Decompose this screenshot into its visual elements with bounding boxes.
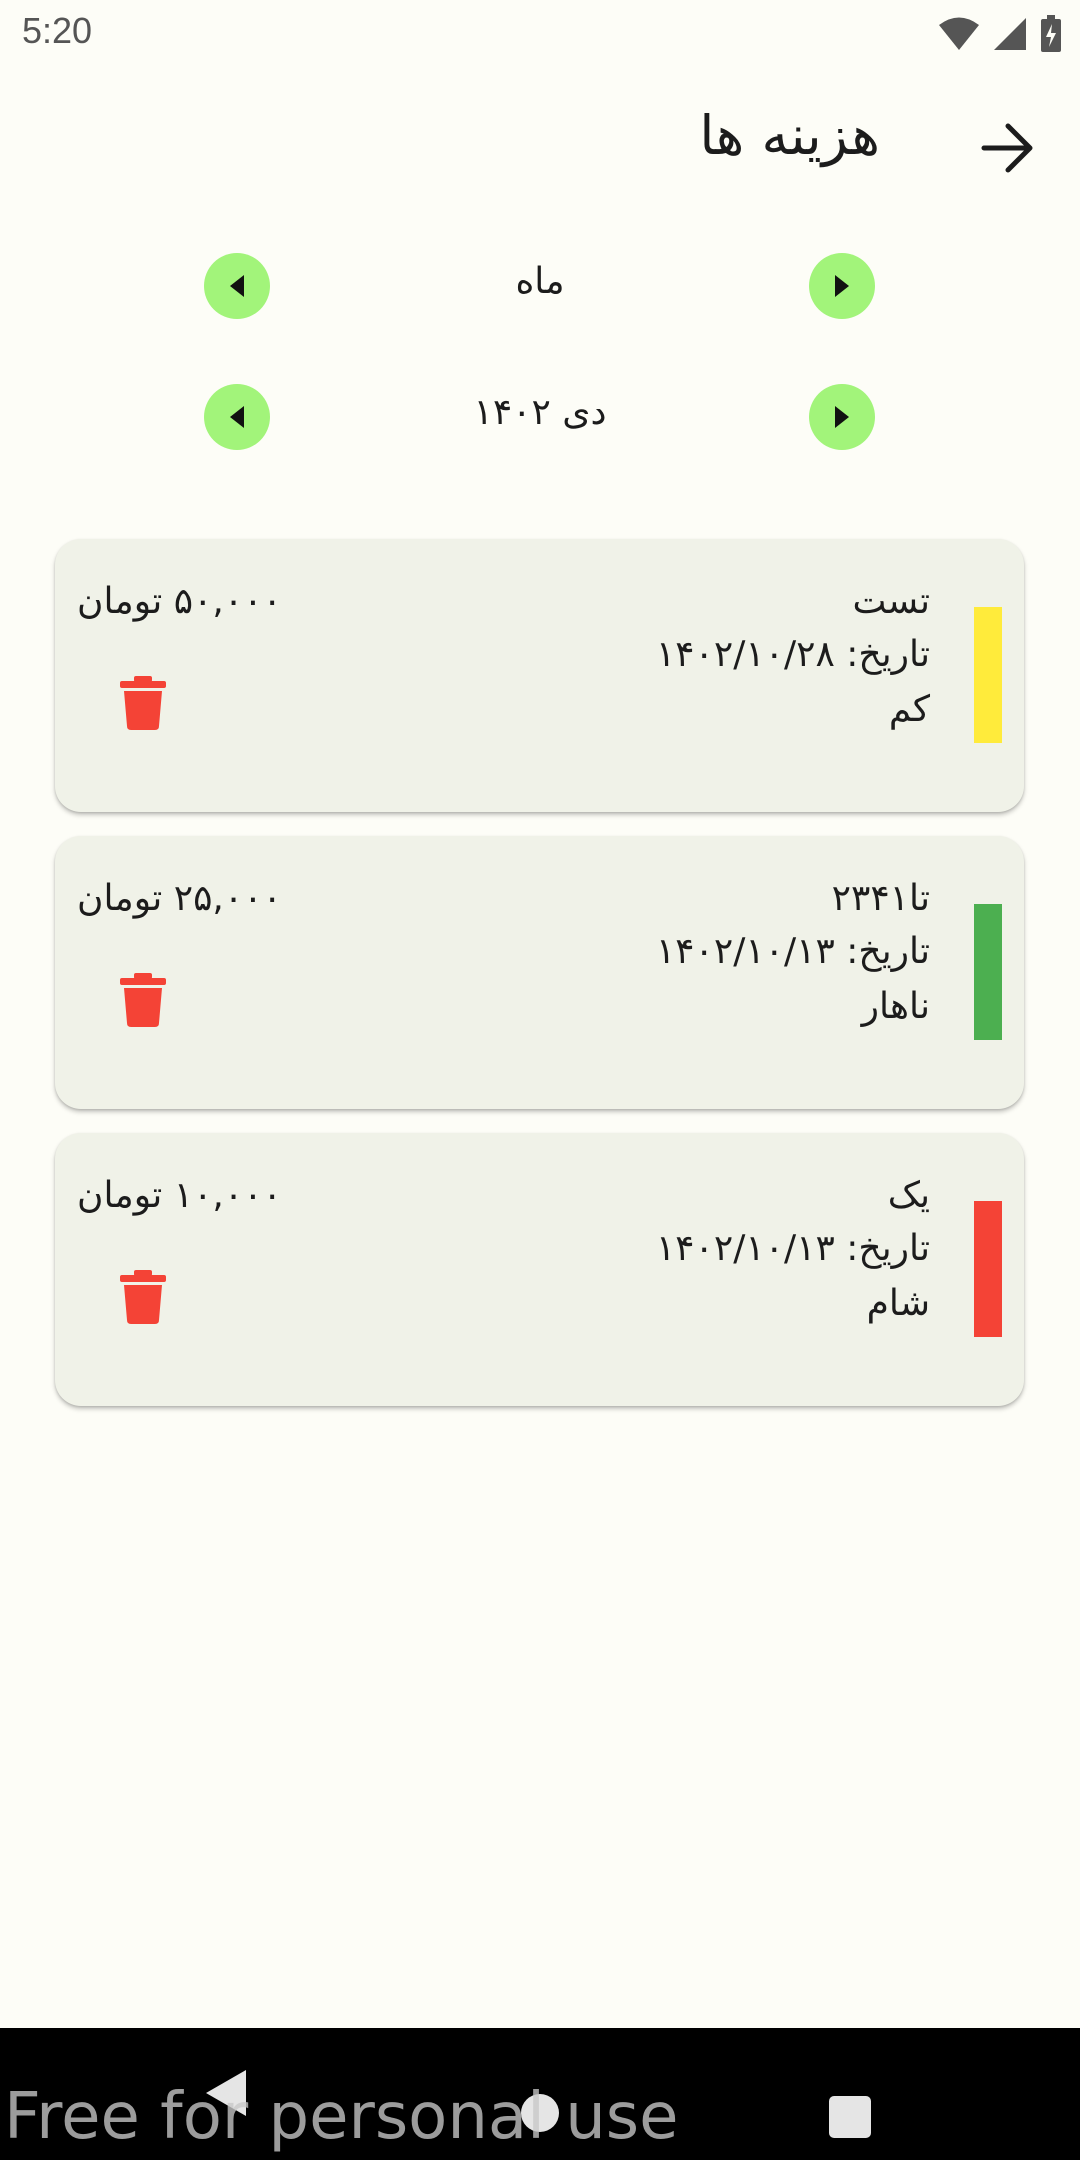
arrow-left-icon (230, 406, 244, 428)
expense-amount: ۵۰,۰۰۰ تومان (77, 581, 282, 622)
period-selector: ماه (0, 253, 1080, 323)
expense-title: یک (887, 1175, 930, 1216)
arrow-left-icon (230, 275, 244, 297)
period-next-button[interactable] (809, 253, 875, 319)
priority-color-strip (974, 1201, 1002, 1337)
nav-recents-icon[interactable] (829, 2096, 871, 2138)
expense-date: تاریخ: ۱۴۰۲/۱۰/۱۳ (655, 931, 930, 972)
page-title: هزینه ها (699, 104, 880, 167)
expense-category: شام (866, 1283, 930, 1324)
date-prev-button[interactable] (204, 384, 270, 450)
date-label: دی ۱۴۰۲ (473, 392, 607, 433)
app-bar: هزینه ها (0, 90, 1080, 200)
status-time: 5:20 (22, 10, 93, 51)
period-prev-button[interactable] (204, 253, 270, 319)
expense-amount: ۱۰,۰۰۰ تومان (77, 1175, 282, 1216)
battery-charging-icon (1041, 15, 1061, 52)
expense-card[interactable]: تست تاریخ: ۱۴۰۲/۱۰/۲۸ کم ۵۰,۰۰۰ تومان (55, 539, 1024, 812)
date-next-button[interactable] (809, 384, 875, 450)
status-icons (938, 14, 1062, 54)
priority-color-strip (974, 607, 1002, 743)
expense-category: کم (888, 689, 930, 730)
delete-icon[interactable] (120, 676, 166, 730)
expense-amount: ۲۵,۰۰۰ تومان (77, 878, 282, 919)
delete-icon[interactable] (120, 973, 166, 1027)
date-selector: دی ۱۴۰۲ (0, 384, 1080, 454)
expense-category: ناهار (861, 986, 930, 1027)
signal-icon (994, 18, 1026, 50)
period-label: ماه (515, 261, 565, 302)
expense-date: تاریخ: ۱۴۰۲/۱۰/۱۳ (655, 1228, 930, 1269)
watermark: Free for personal use (4, 2080, 679, 2154)
expense-date: تاریخ: ۱۴۰۲/۱۰/۲۸ (655, 634, 930, 675)
expense-title: تا۲۳۴۱ (831, 878, 930, 919)
expense-title: تست (852, 581, 930, 622)
arrow-right-icon (835, 406, 849, 428)
delete-icon[interactable] (120, 1270, 166, 1324)
expense-card[interactable]: تا۲۳۴۱ تاریخ: ۱۴۰۲/۱۰/۱۳ ناهار ۲۵,۰۰۰ تو… (55, 836, 1024, 1109)
status-bar: 5:20 (0, 0, 1080, 66)
back-arrow-icon[interactable] (978, 118, 1038, 178)
expense-card[interactable]: یک تاریخ: ۱۴۰۲/۱۰/۱۳ شام ۱۰,۰۰۰ تومان (55, 1133, 1024, 1406)
wifi-icon (939, 17, 979, 50)
arrow-right-icon (835, 275, 849, 297)
priority-color-strip (974, 904, 1002, 1040)
